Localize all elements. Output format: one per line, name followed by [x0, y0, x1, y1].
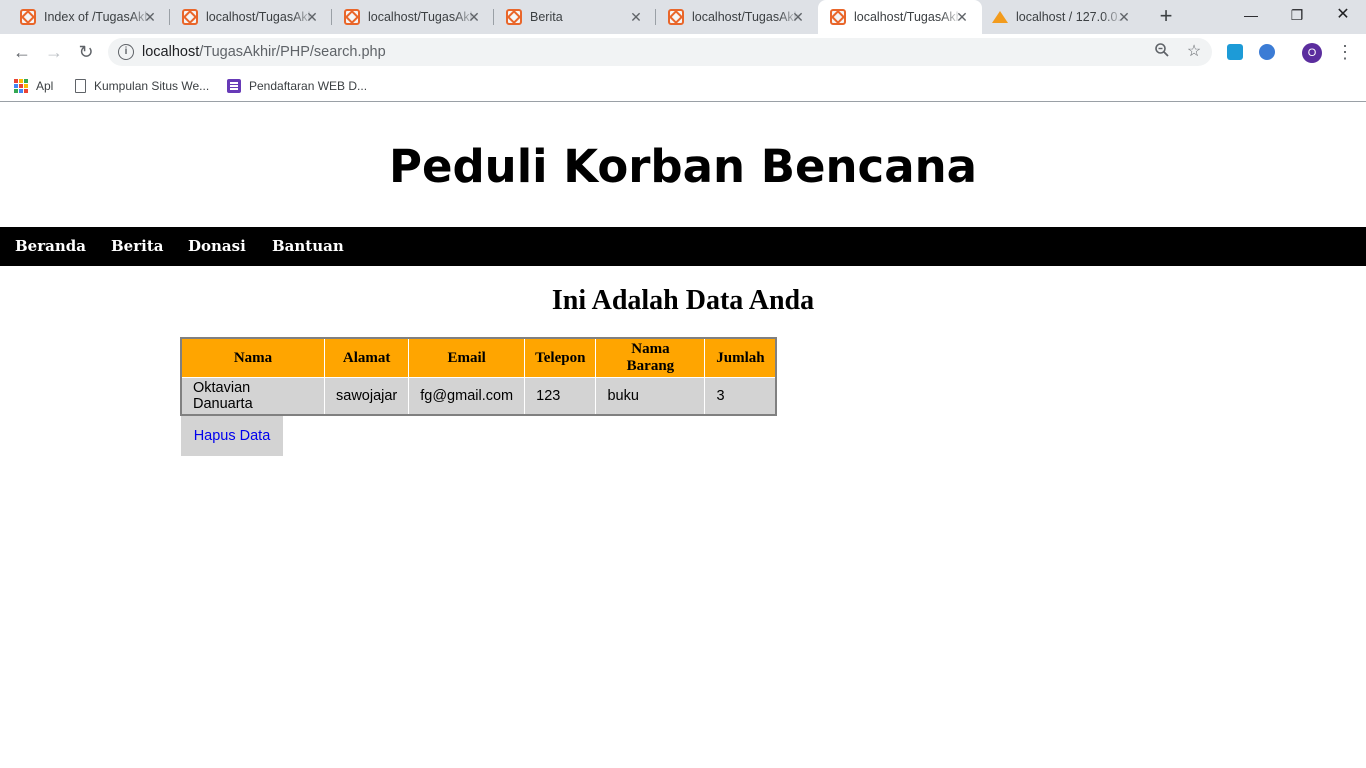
browser-tab[interactable]: localhost/TugasAkhir ✕ — [332, 0, 494, 34]
tab-title: Berita — [530, 10, 563, 24]
cell-email: fg@gmail.com — [409, 377, 526, 414]
close-tab-icon[interactable]: ✕ — [628, 9, 644, 25]
close-tab-icon[interactable]: ✕ — [1116, 9, 1132, 25]
browser-tab-strip: Index of /TugasAkhir ✕ localhost/TugasAk… — [0, 0, 1366, 34]
data-table: Nama Alamat Email Telepon Nama Barang Ju… — [180, 337, 778, 416]
page-icon — [75, 79, 86, 93]
url-path: /TugasAkhir/PHP/search.php — [199, 44, 386, 60]
xampp-icon — [506, 9, 522, 25]
menu-kebab-icon[interactable]: ⋮ — [1336, 40, 1354, 64]
column-header-nama: Nama — [182, 339, 325, 377]
cell-jumlah: 3 — [705, 377, 776, 414]
xampp-icon — [182, 9, 198, 25]
site-title: Peduli Korban Bencana — [388, 140, 978, 193]
profile-avatar[interactable]: O — [1302, 43, 1322, 63]
tab-title: localhost/TugasAkhir — [692, 10, 800, 24]
close-tab-icon[interactable]: ✕ — [142, 9, 158, 25]
browser-tab[interactable]: Berita ✕ — [494, 0, 656, 34]
xampp-icon — [20, 9, 36, 25]
browser-tab[interactable]: localhost/TugasAkhir ✕ — [170, 0, 332, 34]
nav-bantuan[interactable]: Bantuan — [272, 227, 344, 266]
browser-tab-active[interactable]: localhost/TugasAkhir ✕ — [818, 0, 982, 34]
form-icon — [227, 79, 241, 93]
extension-icon[interactable] — [1227, 44, 1243, 60]
tab-title: localhost/TugasAkhir — [854, 10, 962, 24]
close-tab-icon[interactable]: ✕ — [466, 9, 482, 25]
delete-data-button[interactable]: Hapus Data — [181, 416, 283, 456]
tab-title: localhost / 127.0.0.1 — [1016, 10, 1124, 24]
close-tab-icon[interactable]: ✕ — [304, 9, 320, 25]
forward-arrow-icon[interactable]: → — [42, 40, 66, 64]
page-heading: Ini Adalah Data Anda — [551, 285, 815, 316]
bookmark-item[interactable]: Kumpulan Situs We... — [75, 77, 209, 95]
reload-icon[interactable]: ↻ — [74, 40, 98, 64]
browser-tab[interactable]: localhost / 127.0.0.1 ✕ — [982, 0, 1144, 34]
bookmarks-bar: Apl Kumpulan Situs We... Pendaftaran WEB… — [0, 70, 1366, 102]
address-bar[interactable]: i localhost/TugasAkhir/PHP/search.php ☆ — [108, 38, 1212, 66]
close-tab-icon[interactable]: ✕ — [790, 9, 806, 25]
browser-toolbar: ← → ↻ i localhost/TugasAkhir/PHP/search.… — [0, 34, 1366, 70]
zoom-icon[interactable] — [1152, 42, 1172, 62]
tab-title: Index of /TugasAkhir — [44, 10, 152, 24]
column-header-telepon: Telepon — [525, 339, 597, 377]
bookmark-label: Apl — [36, 79, 54, 93]
apps-grid-icon — [14, 79, 28, 93]
tab-title: localhost/TugasAkhir — [368, 10, 476, 24]
table-row: Oktavian Danuarta sawojajar fg@gmail.com… — [182, 377, 776, 414]
column-header-nama-barang: Nama Barang — [596, 339, 706, 377]
xampp-icon — [830, 9, 846, 25]
cell-telepon: 123 — [525, 377, 597, 414]
bookmark-star-icon[interactable]: ☆ — [1184, 42, 1204, 62]
table-header-row: Nama Alamat Email Telepon Nama Barang Ju… — [182, 339, 776, 377]
close-tab-icon[interactable]: ✕ — [954, 9, 970, 25]
cell-alamat: sawojajar — [325, 377, 410, 414]
column-header-alamat: Alamat — [325, 339, 410, 377]
nav-berita[interactable]: Berita — [111, 227, 163, 266]
close-window-icon[interactable]: ✕ — [1320, 0, 1366, 30]
info-icon[interactable]: i — [118, 44, 134, 60]
tab-title: localhost/TugasAkhir — [206, 10, 314, 24]
cell-nama: Oktavian Danuarta — [182, 377, 325, 414]
url-host: localhost — [142, 44, 200, 60]
back-arrow-icon[interactable]: ← — [10, 40, 34, 64]
browser-tab[interactable]: localhost/TugasAkhir ✕ — [656, 0, 818, 34]
cell-nama-barang: buku — [596, 377, 706, 414]
phpmyadmin-icon — [992, 9, 1008, 25]
extension-search-icon[interactable] — [1259, 44, 1275, 60]
restore-icon[interactable]: ❐ — [1274, 0, 1320, 30]
nav-donasi[interactable]: Donasi — [188, 227, 246, 266]
xampp-icon — [668, 9, 684, 25]
url-text[interactable]: localhost/TugasAkhir/PHP/search.php — [142, 44, 386, 60]
new-tab-plus-icon[interactable]: + — [1154, 5, 1178, 29]
bookmark-item[interactable]: Pendaftaran WEB D... — [227, 77, 367, 95]
bookmark-apps[interactable]: Apl — [14, 77, 53, 95]
bookmark-label: Kumpulan Situs We... — [94, 79, 210, 93]
bookmark-label: Pendaftaran WEB D... — [249, 79, 368, 93]
nav-beranda[interactable]: Beranda — [15, 227, 86, 266]
minimize-icon[interactable]: — — [1228, 0, 1274, 30]
main-nav: Beranda Berita Donasi Bantuan — [0, 227, 1366, 266]
xampp-icon — [344, 9, 360, 25]
browser-tab[interactable]: Index of /TugasAkhir ✕ — [0, 0, 170, 34]
column-header-email: Email — [409, 339, 526, 377]
column-header-jumlah: Jumlah — [705, 339, 776, 377]
